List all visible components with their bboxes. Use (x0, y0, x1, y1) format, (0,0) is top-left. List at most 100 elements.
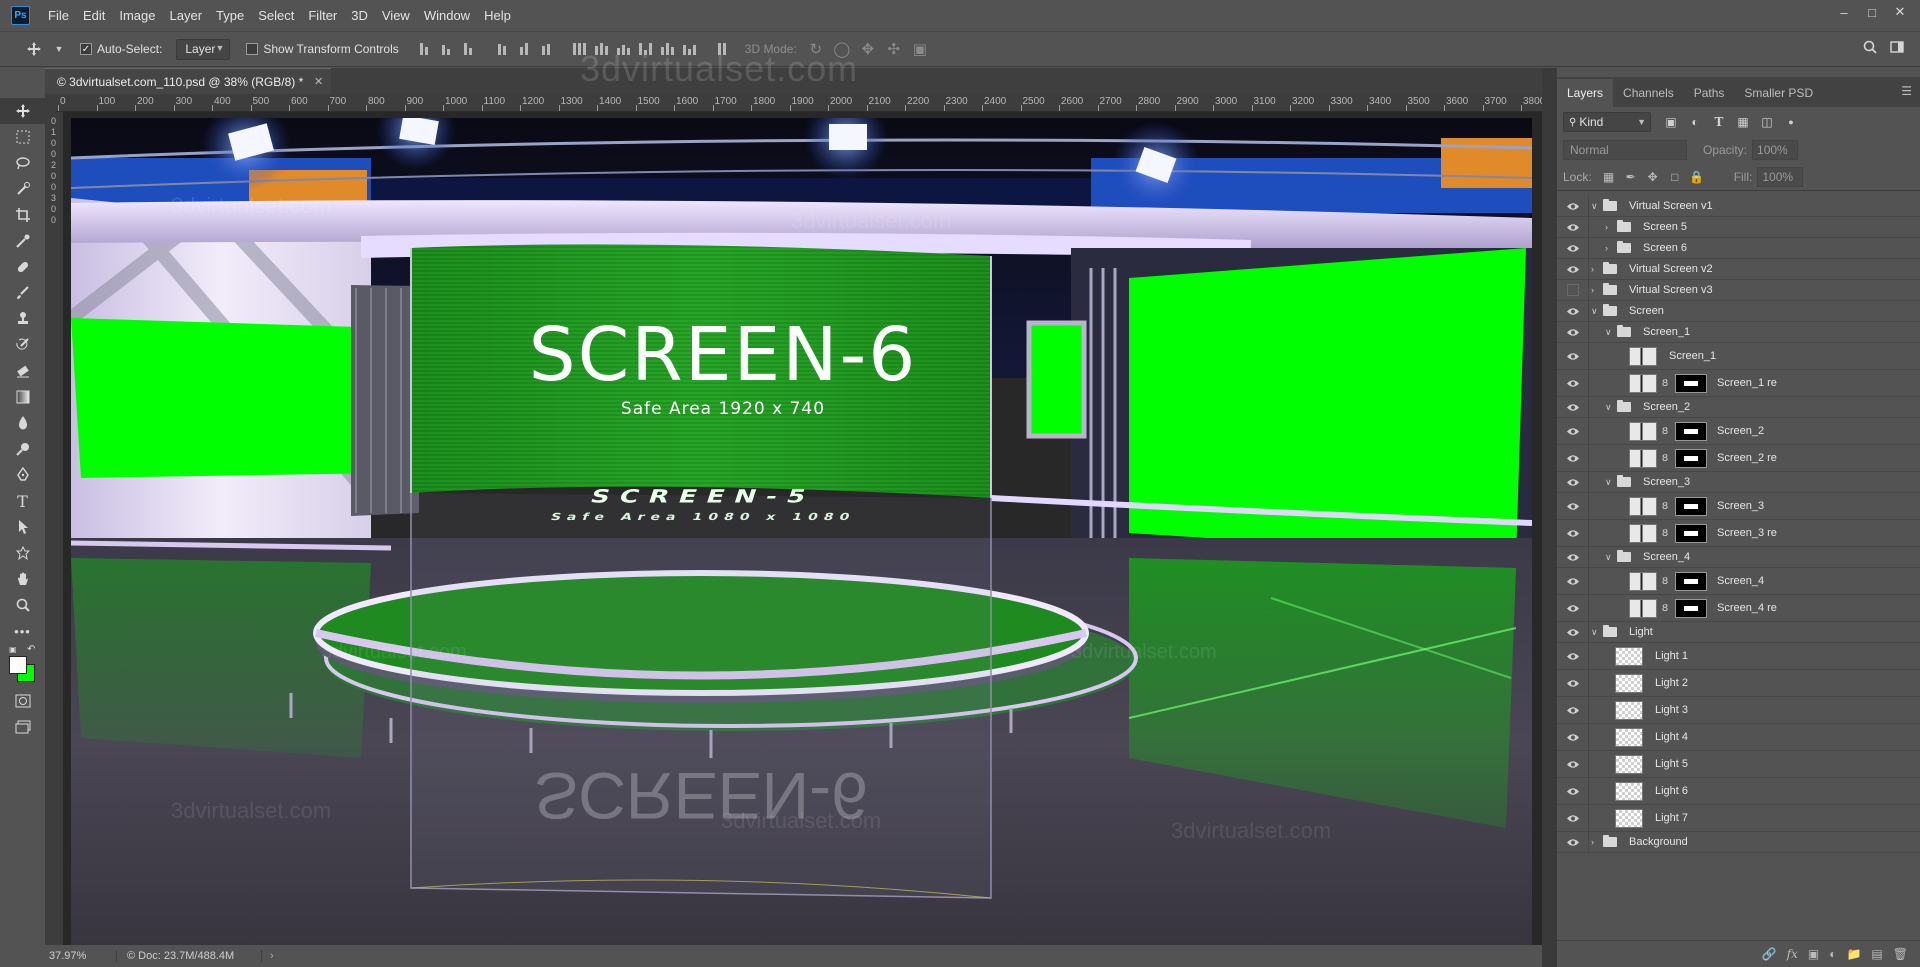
eye-icon[interactable] (1565, 350, 1581, 362)
layer-mask-thumbnail[interactable] (1675, 523, 1707, 543)
close-tab-icon[interactable]: ✕ (314, 75, 323, 88)
eye-icon[interactable] (1565, 812, 1581, 824)
link-layers-icon[interactable]: 🔗 (1762, 947, 1777, 961)
eye-icon[interactable] (1565, 305, 1581, 317)
quick-selection-tool-icon[interactable] (0, 176, 45, 202)
auto-select-target-dropdown[interactable]: Layer ▼ (176, 38, 231, 60)
layer-row[interactable]: Light 4 (1557, 724, 1920, 751)
clone-stamp-tool-icon[interactable] (0, 306, 45, 332)
3d-scale-icon[interactable]: ▣ (909, 40, 931, 58)
mask-link-icon[interactable]: Ȣ (1662, 378, 1668, 389)
menu-help[interactable]: Help (477, 0, 518, 31)
menu-type[interactable]: Type (209, 0, 251, 31)
eye-icon[interactable] (1565, 242, 1581, 254)
lasso-tool-icon[interactable] (0, 150, 45, 176)
layer-row[interactable]: › Screen 5 (1557, 217, 1920, 238)
layer-row[interactable]: › Virtual Screen v2 (1557, 259, 1920, 280)
crop-tool-icon[interactable] (0, 202, 45, 228)
horizontal-ruler[interactable]: 0 100 200 300 400 500 600 700 800 900 1000 1100 1200… (56, 94, 1542, 112)
eye-icon[interactable] (1565, 200, 1581, 212)
tool-preset-chevron-icon[interactable]: ▼ (52, 44, 66, 54)
menu-image[interactable]: Image (112, 0, 162, 31)
layer-row[interactable]: ∨ Light (1557, 622, 1920, 643)
transform-controls-checkbox[interactable] (246, 43, 259, 55)
layer-row[interactable]: › Screen 6 (1557, 238, 1920, 259)
panel-dock-divider[interactable] (1542, 68, 1557, 967)
layer-row[interactable]: ∨ Screen_4 (1557, 547, 1920, 568)
type-tool-icon[interactable]: T (0, 488, 45, 514)
pixel-filter-icon[interactable]: ▣ (1659, 115, 1683, 129)
layer-thumbnail[interactable] (1629, 598, 1657, 618)
marquee-tool-icon[interactable] (0, 124, 45, 150)
canvas-area[interactable]: SCREEN-6 3dvirtualset.com 3dvirtualset.c… (63, 112, 1542, 945)
eye-icon[interactable] (1565, 263, 1581, 275)
blur-tool-icon[interactable] (0, 410, 45, 436)
studio-scene-image[interactable]: SCREEN-6 3dvirtualset.com 3dvirtualset.c… (71, 118, 1532, 945)
type-filter-icon[interactable]: T (1707, 115, 1731, 129)
filter-toggle-icon[interactable]: ● (1779, 117, 1803, 127)
layer-row[interactable]: Ȣ Screen_2 (1557, 418, 1920, 445)
eye-icon[interactable] (1565, 326, 1581, 338)
align-right-icon[interactable] (535, 39, 557, 59)
eye-icon[interactable] (1565, 551, 1581, 563)
layer-mask-thumbnail[interactable] (1675, 448, 1707, 468)
tab-smaller-psd[interactable]: Smaller PSD (1734, 79, 1823, 107)
layer-row[interactable]: ∨ Screen_2 (1557, 397, 1920, 418)
mask-link-icon[interactable]: Ȣ (1662, 603, 1668, 614)
layer-row[interactable]: Light 3 (1557, 697, 1920, 724)
fill-field[interactable]: 100% (1757, 166, 1804, 187)
zoom-level-field[interactable]: 37.97% (45, 950, 117, 962)
toolbar-grip[interactable] (0, 68, 45, 98)
mask-link-icon[interactable]: Ȣ (1662, 501, 1668, 512)
adjustment-layer-icon[interactable]: ◐ (1829, 947, 1836, 961)
eye-icon[interactable] (1565, 626, 1581, 638)
zoom-tool-icon[interactable] (0, 592, 45, 618)
auto-select-checkbox[interactable]: ✓ (80, 43, 92, 55)
layer-thumbnail[interactable] (1615, 646, 1643, 666)
chevron-right-icon[interactable]: › (1605, 243, 1608, 253)
eraser-tool-icon[interactable] (0, 358, 45, 384)
layer-thumbnail[interactable] (1615, 808, 1643, 828)
eye-icon[interactable] (1565, 575, 1581, 587)
layer-row[interactable]: › Background (1557, 832, 1920, 853)
layer-row[interactable]: Ȣ Screen_2 re (1557, 445, 1920, 472)
menu-file[interactable]: File (41, 0, 76, 31)
chevron-right-icon[interactable]: › (1591, 837, 1594, 847)
path-selection-tool-icon[interactable] (0, 514, 45, 540)
eye-icon[interactable] (1565, 476, 1581, 488)
layer-thumbnail[interactable] (1629, 421, 1657, 441)
minimize-button[interactable]: – (1830, 0, 1858, 24)
lock-image-icon[interactable]: ✒ (1620, 170, 1642, 184)
eye-icon[interactable] (1565, 401, 1581, 413)
chevron-down-icon[interactable]: ∨ (1591, 306, 1598, 317)
layer-row[interactable]: Ȣ Screen_3 (1557, 493, 1920, 520)
layer-thumbnail[interactable] (1615, 781, 1643, 801)
eye-icon[interactable] (1565, 731, 1581, 743)
document-size-info[interactable]: © Doc: 23.7M/488.4M (117, 950, 262, 962)
layer-row[interactable]: › Virtual Screen v3 (1557, 280, 1920, 301)
eye-icon[interactable] (1565, 785, 1581, 797)
swap-colors-icon[interactable]: ↶ (27, 644, 35, 655)
align-top-icon[interactable] (413, 39, 435, 59)
layer-row[interactable]: ∨ Virtual Screen v1 (1557, 196, 1920, 217)
eye-hidden-icon[interactable] (1567, 284, 1579, 296)
delete-layer-icon[interactable]: 🗑 (1893, 947, 1908, 961)
healing-brush-tool-icon[interactable] (0, 254, 45, 280)
new-group-icon[interactable]: 📁 (1846, 947, 1861, 961)
tab-paths[interactable]: Paths (1684, 79, 1735, 107)
edit-toolbar-icon[interactable]: ••• (0, 618, 45, 644)
align-left-icon[interactable] (491, 39, 513, 59)
eye-icon[interactable] (1565, 425, 1581, 437)
menu-filter[interactable]: Filter (301, 0, 344, 31)
chevron-down-icon[interactable]: ∨ (1605, 327, 1612, 338)
menu-3d[interactable]: 3D (344, 0, 375, 31)
maximize-button[interactable]: □ (1858, 0, 1886, 24)
chevron-right-icon[interactable]: › (1605, 222, 1608, 232)
screen-mode-icon[interactable] (0, 714, 45, 740)
default-colors-icon[interactable]: ▣ (9, 645, 17, 654)
layer-mask-thumbnail[interactable] (1675, 598, 1707, 618)
eye-icon[interactable] (1565, 452, 1581, 464)
shape-filter-icon[interactable]: ▦ (1731, 115, 1755, 129)
eye-icon[interactable] (1565, 221, 1581, 233)
dodge-tool-icon[interactable] (0, 436, 45, 462)
